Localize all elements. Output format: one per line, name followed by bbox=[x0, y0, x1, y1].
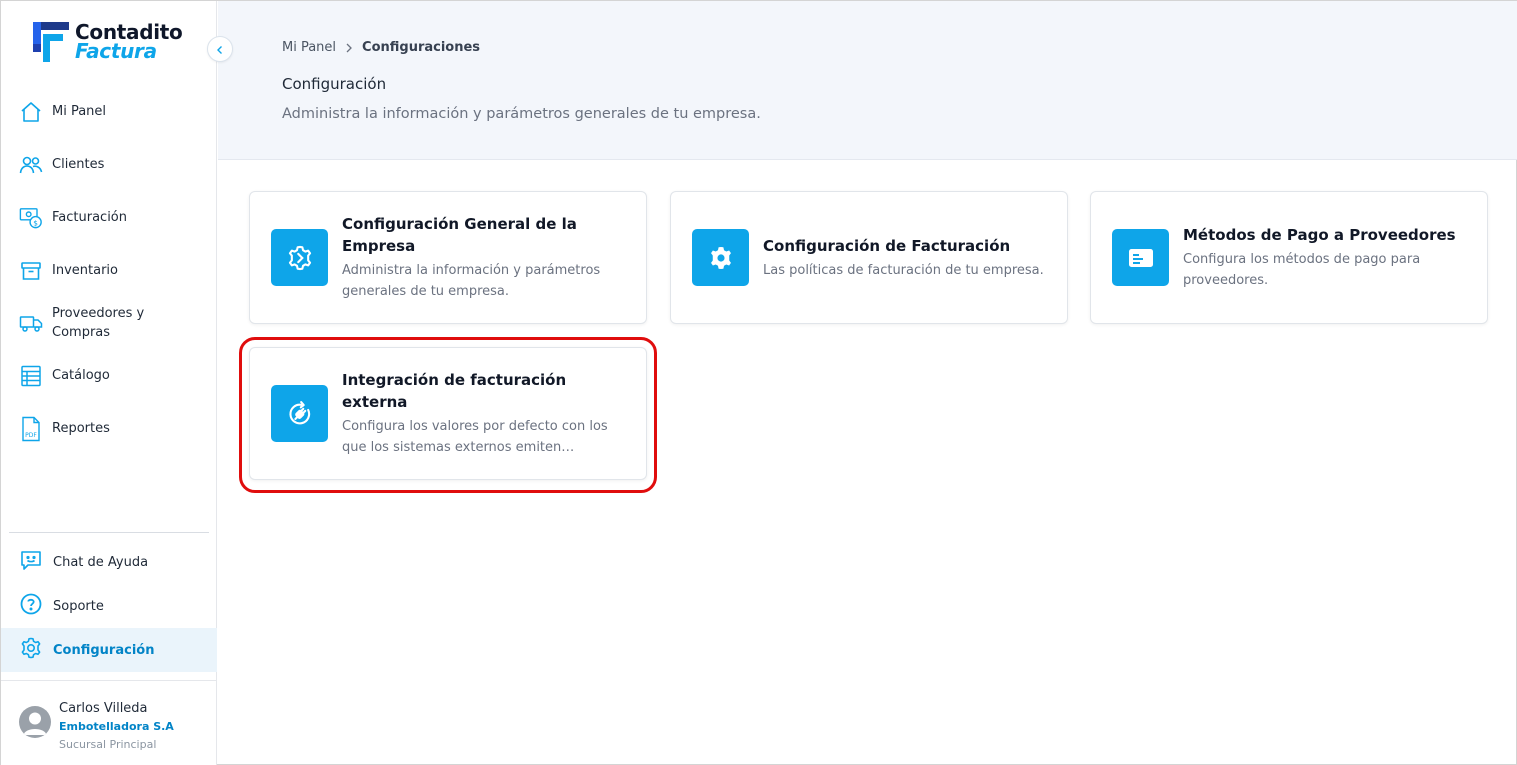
catalog-list-icon bbox=[19, 364, 43, 388]
pdf-file-icon: PDF bbox=[19, 416, 43, 441]
sidebar-item-label: Reportes bbox=[52, 421, 110, 436]
breadcrumb: Mi Panel Configuraciones bbox=[282, 40, 480, 55]
breadcrumb-home-link[interactable]: Mi Panel bbox=[282, 40, 336, 55]
card-description: Configura los métodos de pago para prove… bbox=[1183, 252, 1421, 288]
payment-card-icon bbox=[1112, 229, 1169, 286]
users-icon bbox=[19, 153, 43, 177]
user-company: Embotelladora S.A bbox=[59, 720, 174, 733]
sidebar-item-label: Inventario bbox=[52, 263, 118, 278]
sidebar-nav: Mi Panel Clientes $ Facturación Inventar… bbox=[1, 85, 217, 455]
sidebar-item-label: Catálogo bbox=[52, 368, 110, 383]
sidebar-item-inventario[interactable]: Inventario bbox=[1, 244, 217, 297]
card-description: Las políticas de facturación de tu empre… bbox=[763, 262, 1044, 278]
gear-arrows-icon bbox=[271, 229, 328, 286]
card-metodos-pago[interactable]: Métodos de Pago a Proveedores Configura … bbox=[1090, 191, 1488, 324]
page-title: Configuración bbox=[282, 75, 387, 93]
card-title: Configuración General de la Empresa bbox=[342, 215, 577, 255]
truck-icon bbox=[19, 311, 43, 335]
sidebar-item-proveedores[interactable]: Proveedores y Compras bbox=[1, 297, 217, 349]
brand-logo[interactable]: Contadito Factura bbox=[33, 21, 183, 63]
plug-sync-icon bbox=[271, 385, 328, 442]
card-description: Configura los valores por defecto con lo… bbox=[342, 419, 608, 455]
user-separator bbox=[1, 680, 217, 681]
sidebar-item-reportes[interactable]: PDF Reportes bbox=[1, 402, 217, 455]
page-header: Mi Panel Configuraciones Configuración A… bbox=[218, 1, 1517, 160]
svg-text:$: $ bbox=[33, 218, 38, 227]
sidebar-item-label: Chat de Ayuda bbox=[53, 554, 149, 570]
card-title: Integración de facturación externa bbox=[342, 371, 567, 411]
invoice-money-icon: $ bbox=[19, 206, 43, 230]
sidebar-item-label: Soporte bbox=[53, 598, 104, 614]
breadcrumb-current: Configuraciones bbox=[362, 40, 481, 55]
collapse-sidebar-button[interactable] bbox=[207, 36, 233, 62]
sidebar-item-clientes[interactable]: Clientes bbox=[1, 138, 217, 191]
sidebar: Contadito Factura Mi Panel Clientes $ Fa… bbox=[1, 1, 217, 765]
sidebar-item-configuracion[interactable]: Configuración bbox=[1, 628, 217, 672]
chevron-left-icon bbox=[215, 40, 225, 59]
sidebar-item-mi-panel[interactable]: Mi Panel bbox=[1, 85, 217, 138]
sidebar-item-catalogo[interactable]: Catálogo bbox=[1, 349, 217, 402]
user-branch: Sucursal Principal bbox=[59, 738, 157, 751]
logo-text-line2: Factura bbox=[75, 39, 157, 63]
sidebar-item-label: Clientes bbox=[52, 157, 105, 172]
card-title: Métodos de Pago a Proveedores bbox=[1183, 226, 1456, 244]
app-window: Contadito Factura Mi Panel Clientes $ Fa… bbox=[0, 0, 1517, 765]
user-profile[interactable]: Carlos Villeda Embotelladora S.A Sucursa… bbox=[19, 699, 174, 754]
card-configuracion-general[interactable]: Configuración General de la Empresa Admi… bbox=[249, 191, 647, 324]
sidebar-item-label: Mi Panel bbox=[52, 104, 107, 119]
card-title: Configuración de Facturación bbox=[763, 236, 1011, 255]
home-icon bbox=[19, 100, 43, 124]
card-configuracion-facturacion[interactable]: Configuración de Facturación Las polític… bbox=[670, 191, 1068, 324]
sidebar-item-facturacion[interactable]: $ Facturación bbox=[1, 191, 217, 244]
chat-bot-icon bbox=[19, 548, 43, 576]
sidebar-item-chat-ayuda[interactable]: Chat de Ayuda bbox=[1, 540, 217, 584]
archive-box-icon bbox=[19, 259, 43, 283]
user-name: Carlos Villeda bbox=[59, 701, 148, 716]
svg-text:PDF: PDF bbox=[25, 432, 37, 439]
avatar bbox=[19, 706, 51, 738]
sidebar-divider bbox=[9, 532, 209, 533]
gear-icon bbox=[692, 229, 749, 286]
page-subtitle: Administra la información y parámetros g… bbox=[282, 106, 761, 122]
sidebar-item-label: Proveedores y Compras bbox=[52, 306, 145, 340]
sidebar-item-label: Facturación bbox=[52, 210, 127, 225]
question-circle-icon bbox=[19, 592, 43, 620]
logo-mark-icon bbox=[33, 22, 71, 62]
gear-icon bbox=[19, 636, 43, 664]
chevron-right-icon bbox=[345, 43, 353, 53]
card-description: Administra la información y parámetros g… bbox=[342, 263, 601, 299]
card-integracion-externa[interactable]: Integración de facturación externa Confi… bbox=[249, 347, 647, 480]
sidebar-item-label: Configuración bbox=[53, 642, 155, 658]
sidebar-item-soporte[interactable]: Soporte bbox=[1, 584, 217, 628]
sidebar-bottom-nav: Chat de Ayuda Soporte Configuración bbox=[1, 540, 217, 672]
